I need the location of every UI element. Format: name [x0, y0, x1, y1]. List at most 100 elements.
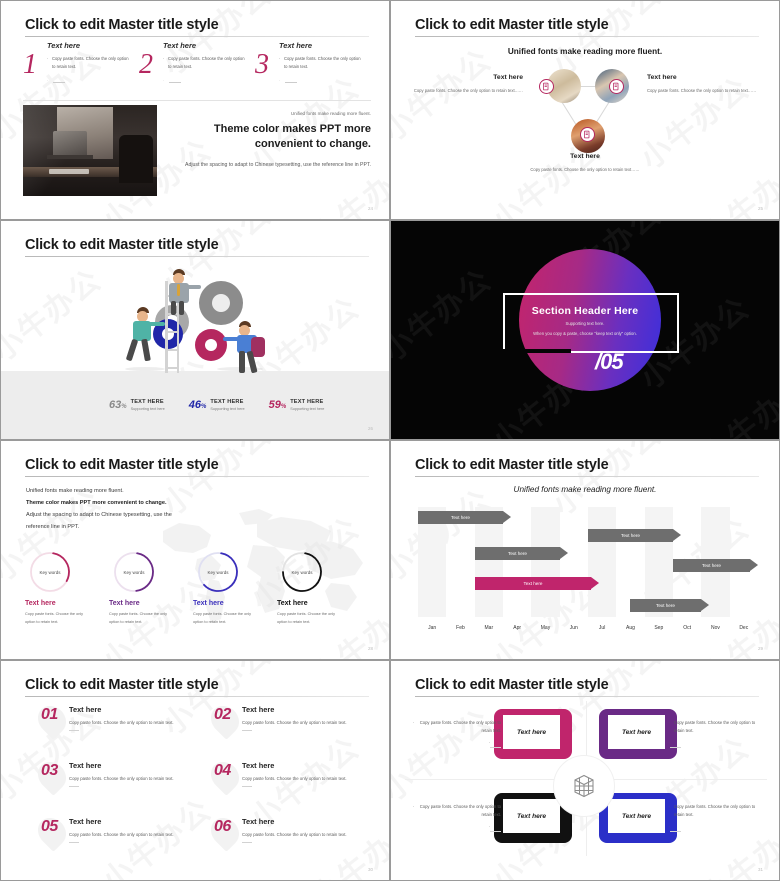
- bar-arrow: [503, 511, 511, 523]
- gantt-bar[interactable]: Text here: [588, 529, 681, 542]
- slide-thumbnail-gantt-timeline[interactable]: 小牛办公 小牛办公 小牛办公 小牛办公 小牛办公 Click to edit M…: [390, 440, 780, 660]
- gantt-bar[interactable]: Text here: [630, 599, 709, 612]
- stat-label: TEXT HERE: [290, 399, 324, 405]
- quadrant-text-top-left: · Copy paste fonts. Choose the only optio…: [409, 719, 501, 748]
- dash-rule: [670, 739, 682, 748]
- donut-heading: Text here: [109, 600, 140, 607]
- headline-text: Theme color makes PPT more convenient to…: [213, 123, 371, 150]
- item-heading: Text here: [69, 817, 102, 826]
- item-heading: Text here: [69, 761, 102, 770]
- bullet-dot: ·: [163, 77, 165, 83]
- box-label: Text here: [608, 799, 665, 833]
- box-label: Text here: [608, 715, 665, 749]
- donut-center-label: Key words: [123, 569, 145, 575]
- leg-shape: [141, 338, 151, 362]
- three-step-columns: 1 Text here · Copy paste fonts. Choose th…: [23, 41, 371, 83]
- stat-percent: 59%: [268, 398, 287, 411]
- step-column: 1 Text here · Copy paste fonts. Choose th…: [23, 41, 139, 83]
- leg-shape: [179, 301, 184, 315]
- page-title: Click to edit Master title style: [25, 457, 219, 473]
- page-number: 31: [757, 867, 763, 872]
- title-rule: [25, 696, 369, 697]
- axis-tick-label: Dec: [739, 625, 749, 631]
- axis-tick-label: Nov: [710, 625, 720, 631]
- stat-value: 63: [109, 398, 122, 411]
- item-body: Copy paste fonts. Choose the only option…: [69, 776, 174, 781]
- step-heading: Text here: [47, 41, 81, 50]
- step-column: 2 Text here · Copy paste fonts. Choose th…: [139, 41, 255, 83]
- donut-center-label: Key words: [207, 569, 229, 575]
- page-title: Click to edit Master title style: [415, 17, 609, 33]
- node-body: Copy paste fonts. Choose the only option…: [530, 167, 640, 172]
- chart-subtitle: Unified fonts make reading more fluent.: [513, 485, 657, 494]
- quadrant-box-top-right[interactable]: Text here: [599, 709, 677, 759]
- node-text-bottom: Text here Copy paste fonts. Choose the o…: [391, 153, 779, 174]
- slide-thumbnail-numbered-list[interactable]: 小牛办公 小牛办公 小牛办公 小牛办公 小牛办公 Click to edit M…: [0, 660, 390, 881]
- page-title: Click to edit Master title style: [25, 237, 219, 253]
- quadrant-body: Copy paste fonts. Choose the only option…: [674, 804, 756, 818]
- slide-thumbnail-section-header[interactable]: 小牛办公 小牛办公 小牛办公 小牛办公 小牛办公 Section Header …: [390, 220, 780, 440]
- quadrant-body: Copy paste fonts. Choose the only option…: [419, 720, 501, 734]
- stripe: [587, 507, 617, 617]
- item-number: 03: [41, 762, 58, 779]
- item-body: Copy paste fonts. Choose the only option…: [242, 832, 347, 837]
- stat-percent: 46%: [189, 399, 207, 411]
- stripe: [560, 507, 588, 617]
- section-heading: Unified fonts make reading more fluent.: [507, 47, 663, 56]
- leg-shape: [125, 338, 139, 362]
- axis-tick-label: Jul: [598, 625, 606, 631]
- item-body: Copy paste fonts. Choose the only option…: [69, 832, 174, 837]
- slide-thumbnail-key-words-donuts[interactable]: 小牛办公 小牛办公 小牛办公 小牛办公 小牛办公 Click to edit M…: [0, 440, 390, 660]
- quadrant-text-bottom-right: · Copy paste fonts. Choose the only optio…: [669, 803, 761, 832]
- donut-item: Key words Text here Copy paste fonts. Ch…: [25, 549, 87, 627]
- donut-heading: Text here: [193, 600, 224, 607]
- slide-thumbnail-four-quadrant[interactable]: 小牛办公 小牛办公 小牛办公 小牛办公 小牛办公 Click to edit M…: [390, 660, 780, 881]
- arm-shape: [223, 337, 241, 341]
- quadrant-box-bottom-right[interactable]: Text here: [599, 793, 677, 843]
- donut-center-label: Key words: [39, 569, 61, 575]
- donut-chart: Key words: [27, 549, 73, 595]
- stat-label: TEXT HERE: [130, 399, 164, 405]
- page-title: Click to edit Master title style: [25, 17, 219, 33]
- gantt-bar[interactable]: Text here: [418, 511, 511, 524]
- slide-thumbnail-teamwork-gears[interactable]: 小牛办公 小牛办公 小牛办公 小牛办公 小牛办公 Click to edit M…: [0, 220, 390, 440]
- title-rule: [25, 256, 369, 257]
- axis-tick-label: Apr: [513, 625, 522, 631]
- list-item: 05 Text here Copy paste fonts. Choose th…: [25, 812, 198, 871]
- page-number: 29: [757, 646, 763, 651]
- dash-rule: [490, 823, 501, 832]
- item-heading: Text here: [242, 705, 275, 714]
- paragraph-line: Theme color makes PPT more convenient to…: [26, 500, 167, 507]
- list-item: 02 Text here Copy paste fonts. Choose th…: [198, 700, 371, 759]
- title-rule: [25, 476, 369, 477]
- step-body: Copy paste fonts. Choose the only option…: [52, 56, 129, 69]
- axis-tick-label: Oct: [683, 625, 691, 631]
- dash-row: ·: [669, 823, 761, 832]
- tie-shape: [177, 284, 180, 296]
- bar-label: Text here: [508, 551, 527, 556]
- step-number: 2: [139, 49, 153, 80]
- quadrant-box-top-left[interactable]: Text here: [494, 709, 572, 759]
- gantt-bar[interactable]: Text here: [475, 547, 568, 560]
- desk-with-monitor-photo: [23, 105, 157, 196]
- stat-support: Supporting text here: [210, 407, 245, 411]
- gantt-bar-highlight[interactable]: Text here: [475, 577, 599, 590]
- dash-row: ·: [409, 739, 501, 748]
- gantt-plot-area: Text here Text here Text here Text here …: [418, 507, 758, 617]
- axis-tick-label: Mar: [484, 625, 494, 631]
- slide-thumbnail-three-steps[interactable]: 小牛办公 小牛办公 小牛办公 小牛办公 小牛办公 Click to edit M…: [0, 0, 390, 220]
- month-axis: Jan Feb Mar Apr May Jun Jul Aug Sep Oct …: [418, 625, 758, 631]
- stat-value: 59: [268, 398, 281, 411]
- slide-thumbnail-triangle-cycle[interactable]: 小牛办公 小牛办公 小牛办公 小牛办公 小牛办公 Click to edit M…: [390, 0, 780, 220]
- list-item: 01 Text here Copy paste fonts. Choose th…: [25, 700, 198, 759]
- step-heading: Text here: [163, 41, 197, 50]
- gantt-bar[interactable]: Text here: [673, 559, 758, 572]
- dash-rule: [242, 786, 252, 787]
- donut-body: Copy paste fonts. Choose the only option…: [109, 612, 168, 624]
- stat-text: TEXT HERE Supporting text here: [131, 399, 165, 411]
- box-label: Text here: [503, 715, 560, 749]
- dash-row: ·: [409, 823, 501, 832]
- monitor-stand-shape: [47, 155, 93, 159]
- supporting-text: Supporting text here.: [565, 321, 605, 326]
- item-body: Copy paste fonts. Choose the only option…: [242, 776, 347, 781]
